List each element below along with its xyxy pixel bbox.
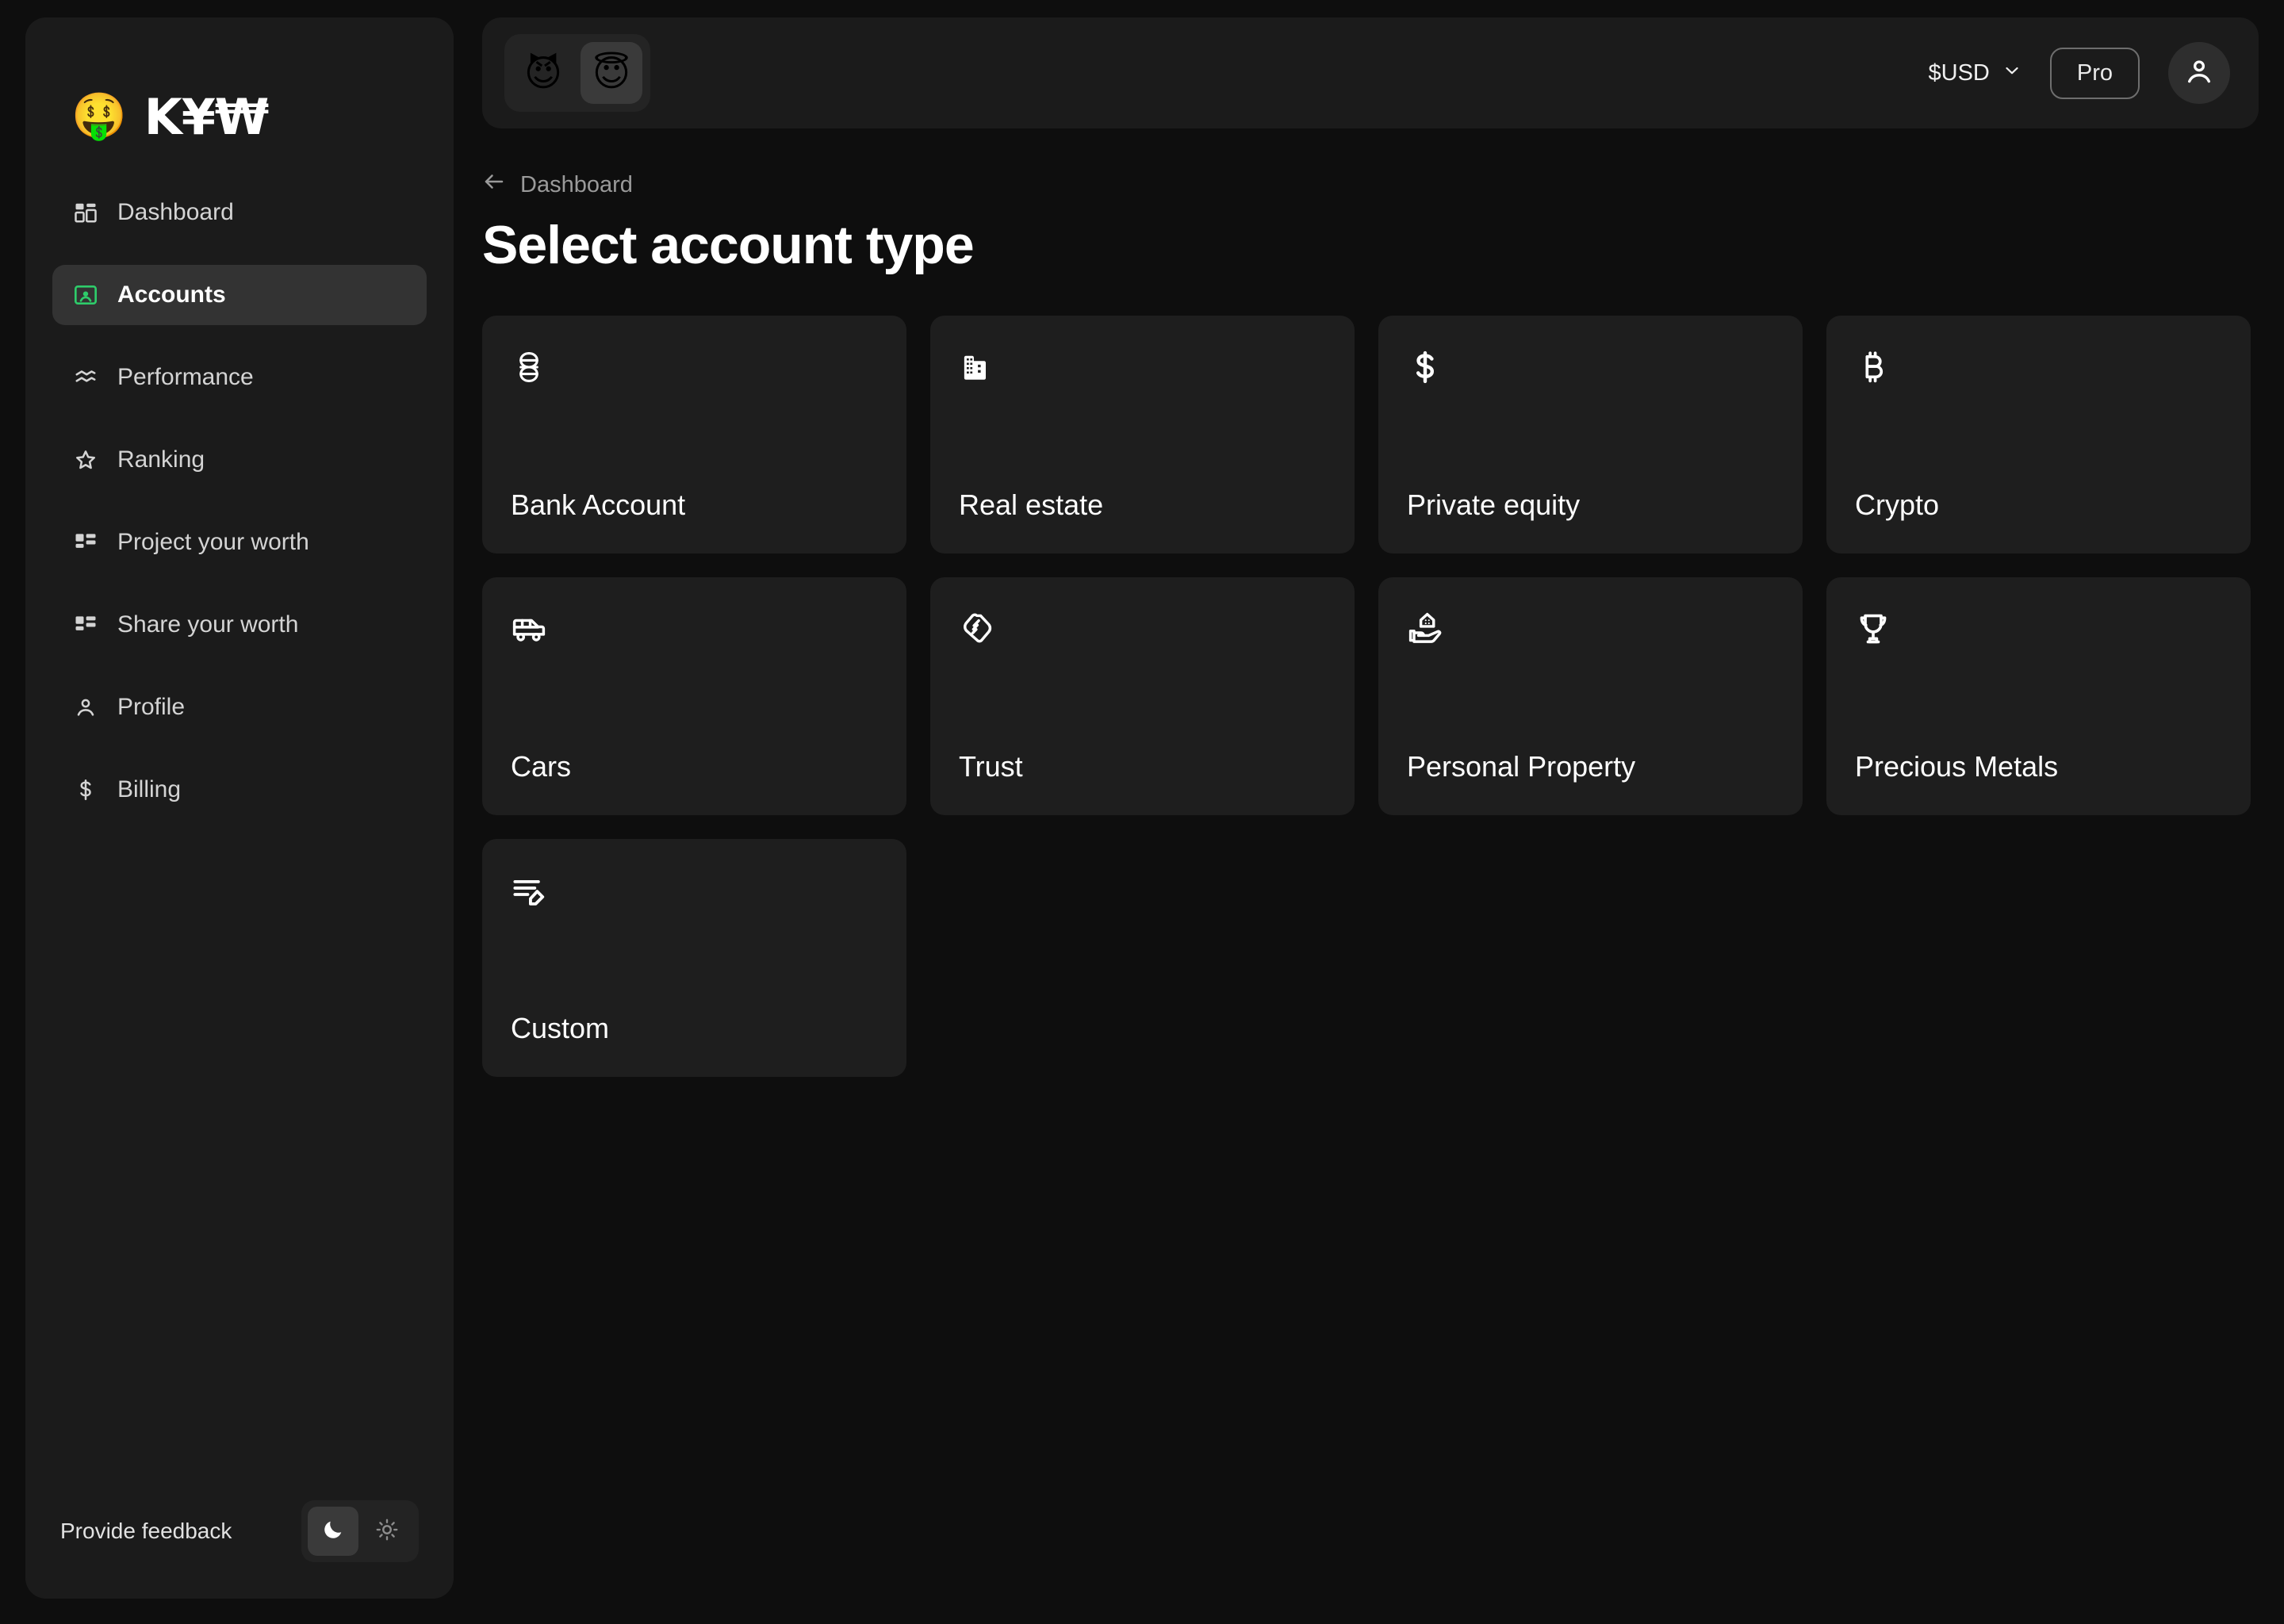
bitcoin-icon — [1855, 349, 1891, 385]
account-type-label: Trust — [959, 750, 1023, 783]
account-type-card-cars[interactable]: Cars — [482, 577, 906, 815]
currency-selector[interactable]: $USD — [1929, 60, 2021, 86]
page-content: Dashboard Select account type Bank Accou… — [482, 128, 2259, 1599]
money-mouth-face-emoji: 🤑 — [71, 90, 127, 142]
dashboard-grid-icon — [73, 200, 98, 225]
sidebar-item-label: Billing — [117, 776, 182, 802]
account-type-label: Real estate — [959, 488, 1104, 521]
account-type-card-custom[interactable]: Custom — [482, 839, 906, 1077]
account-type-card-bank-account[interactable]: Bank Account — [482, 316, 906, 553]
person-icon — [2183, 56, 2215, 91]
sidebar-item-billing[interactable]: Billing — [52, 760, 427, 820]
sidebar-nav: Dashboard Accounts Performance Ranking P… — [25, 182, 454, 820]
dark-theme-button[interactable] — [308, 1507, 358, 1556]
sidebar-item-label: Project your worth — [117, 529, 309, 555]
angel-mood-button[interactable]: 😇 — [581, 42, 642, 104]
main-area: 😈 😇 $USD Pro Dashboard Select account ty… — [482, 17, 2259, 1599]
mood-toggle: 😈 😇 — [504, 34, 650, 112]
brand-logo[interactable]: 🤑 K¥₩ — [25, 17, 454, 152]
dollar-icon — [73, 777, 98, 802]
trophy-icon — [1855, 611, 1891, 647]
building-icon — [959, 349, 995, 385]
avatar[interactable] — [2168, 42, 2230, 104]
waves-icon — [73, 365, 98, 390]
sidebar-item-accounts[interactable]: Accounts — [52, 265, 427, 325]
sidebar-item-label: Accounts — [117, 282, 226, 308]
sidebar: 🤑 K¥₩ Dashboard Accounts Performance Ran… — [25, 17, 454, 1599]
sidebar-item-ranking[interactable]: Ranking — [52, 430, 427, 490]
currency-value: $USD — [1928, 59, 1990, 86]
account-type-label: Personal Property — [1407, 750, 1636, 783]
account-type-label: Precious Metals — [1855, 750, 2059, 783]
account-type-label: Bank Account — [511, 488, 686, 521]
chevron-down-icon — [2002, 60, 2021, 86]
sidebar-item-share-your-worth[interactable]: Share your worth — [52, 595, 427, 655]
handshake-icon — [959, 611, 995, 647]
woven-knot-icon — [511, 349, 547, 385]
sidebar-item-project-your-worth[interactable]: Project your worth — [52, 512, 427, 573]
breadcrumb-label: Dashboard — [520, 171, 633, 197]
contact-card-icon — [73, 282, 98, 308]
topbar-right-group: $USD Pro — [1929, 42, 2230, 104]
light-theme-button[interactable] — [362, 1507, 412, 1556]
layout-blocks-icon — [73, 612, 98, 638]
account-type-card-trust[interactable]: Trust — [930, 577, 1355, 815]
arrow-left-icon — [482, 170, 506, 200]
account-type-grid: Bank Account Real estate Private equity … — [482, 316, 2259, 1077]
star-icon — [73, 447, 98, 473]
edit-list-icon — [511, 872, 547, 909]
layout-blocks-icon — [73, 530, 98, 555]
account-type-label: Cars — [511, 750, 572, 783]
moon-icon — [321, 1518, 345, 1545]
sun-icon — [375, 1518, 399, 1545]
sidebar-item-label: Profile — [117, 694, 186, 720]
hand-holding-house-icon — [1407, 611, 1443, 647]
provide-feedback-link[interactable]: Provide feedback — [60, 1519, 232, 1544]
sidebar-item-performance[interactable]: Performance — [52, 347, 427, 408]
page-title: Select account type — [482, 215, 975, 275]
angel-face-emoji: 😇 — [592, 52, 630, 94]
account-type-label: Crypto — [1855, 488, 1940, 521]
sidebar-item-label: Performance — [117, 364, 254, 390]
theme-toggle — [301, 1500, 419, 1562]
dollar-sign-icon — [1407, 349, 1443, 385]
sidebar-item-profile[interactable]: Profile — [52, 677, 427, 737]
account-type-card-real-estate[interactable]: Real estate — [930, 316, 1355, 553]
person-icon — [73, 695, 98, 720]
topbar: 😈 😇 $USD Pro — [482, 17, 2259, 128]
sidebar-item-dashboard[interactable]: Dashboard — [52, 182, 427, 243]
account-type-card-personal-property[interactable]: Personal Property — [1378, 577, 1803, 815]
breadcrumb[interactable]: Dashboard — [482, 170, 633, 200]
sidebar-item-label: Dashboard — [117, 199, 234, 225]
account-type-card-precious-metals[interactable]: Precious Metals — [1826, 577, 2251, 815]
account-type-label: Custom — [511, 1012, 610, 1044]
sidebar-footer: Provide feedback — [25, 1500, 454, 1599]
pro-badge[interactable]: Pro — [2049, 47, 2140, 99]
app-root: 🤑 K¥₩ Dashboard Accounts Performance Ran… — [0, 0, 2284, 1624]
account-type-card-crypto[interactable]: Crypto — [1826, 316, 2251, 553]
sidebar-item-label: Ranking — [117, 446, 205, 473]
brand-name: K¥₩ — [144, 87, 270, 146]
sidebar-item-label: Share your worth — [117, 611, 299, 638]
devil-mood-button[interactable]: 😈 — [512, 42, 574, 104]
account-type-card-private-equity[interactable]: Private equity — [1378, 316, 1803, 553]
account-type-label: Private equity — [1407, 488, 1581, 521]
van-icon — [511, 611, 547, 647]
devil-face-emoji: 😈 — [524, 52, 562, 94]
